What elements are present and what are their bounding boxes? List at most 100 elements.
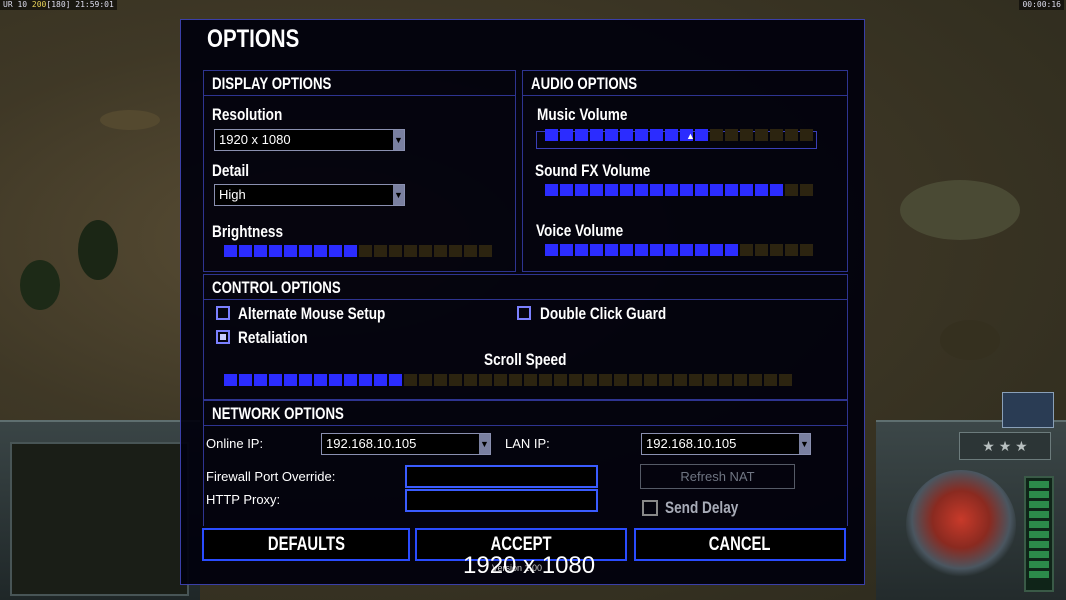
detail-label: Detail [212,161,250,180]
slider-segment [644,374,657,386]
slider-segment [650,184,663,196]
slider-segment [434,374,447,386]
scroll-speed-slider[interactable] [224,374,792,386]
slider-segment [284,374,297,386]
slider-segment [314,374,327,386]
faction-emblem-icon [906,470,1016,580]
slider-segment [419,374,432,386]
slider-segment [770,184,783,196]
retaliation-checkbox[interactable] [216,330,230,344]
slider-segment [710,129,723,141]
firewall-port-label: Firewall Port Override: [206,469,336,484]
slider-segment [755,244,768,256]
slider-segment [539,374,552,386]
dialog-title: OPTIONS [207,25,300,53]
slider-segment [419,245,432,257]
slider-segment [665,184,678,196]
slider-segment [734,374,747,386]
slider-segment [575,184,588,196]
voice-volume-label: Voice Volume [536,221,624,240]
slider-segment [224,374,237,386]
slider-segment [740,184,753,196]
slider-segment [479,245,492,257]
slider-thumb-icon[interactable]: ▲ [686,131,695,141]
double-click-guard-checkbox[interactable] [517,306,531,320]
slider-segment [359,245,372,257]
lan-ip-dropdown[interactable]: 192.168.10.105 ▼ [641,433,811,455]
slider-segment [299,374,312,386]
defaults-button[interactable]: DEFAULTS [202,528,410,561]
http-proxy-field[interactable] [405,489,598,512]
slider-segment [389,245,402,257]
online-ip-label: Online IP: [206,436,264,451]
slider-segment [704,374,717,386]
slider-segment [269,245,282,257]
detail-dropdown[interactable]: High ▼ [214,184,405,206]
dropdown-arrow-icon: ▼ [393,130,404,150]
slider-segment [254,245,267,257]
detail-value: High [219,187,246,202]
section-header: AUDIO OPTIONS [523,71,847,96]
slider-segment [620,184,633,196]
slider-segment [329,245,342,257]
hud-stat-suffix: [180] 21:59:01 [46,0,114,9]
alternate-mouse-checkbox[interactable] [216,306,230,320]
cancel-button[interactable]: CANCEL [634,528,846,561]
star-icon: ★ ★ ★ [959,432,1051,460]
slider-segment [224,245,237,257]
cancel-button-label: CANCEL [709,534,771,555]
network-header-label: NETWORK OPTIONS [212,404,344,423]
slider-segment [584,374,597,386]
slider-segment [695,129,708,141]
slider-segment [770,244,783,256]
resolution-label: Resolution [212,105,283,124]
slider-segment [374,245,387,257]
slider-segment [635,129,648,141]
slider-segment [560,244,573,256]
options-dialog: OPTIONS DISPLAY OPTIONS Resolution 1920 … [180,19,865,585]
online-ip-value: 192.168.10.105 [326,436,417,451]
voice-volume-slider[interactable] [545,244,813,256]
slider-segment [449,245,462,257]
slider-segment [650,244,663,256]
slider-segment [575,129,588,141]
send-delay-checkbox[interactable] [642,500,658,516]
resolution-dropdown[interactable]: 1920 x 1080 ▼ [214,129,405,151]
slider-segment [569,374,582,386]
lan-ip-value: 192.168.10.105 [646,436,737,451]
online-ip-dropdown[interactable]: 192.168.10.105 ▼ [321,433,491,455]
slider-segment [680,244,693,256]
slider-segment [299,245,312,257]
slider-segment [374,374,387,386]
firewall-port-field[interactable] [405,465,598,488]
slider-segment [239,245,252,257]
slider-segment [674,374,687,386]
slider-segment [344,245,357,257]
slider-segment [605,244,618,256]
scroll-speed-label: Scroll Speed [484,350,567,369]
resolution-overlay: 1920 x 1080 [463,552,596,579]
slider-segment [479,374,492,386]
slider-segment [689,374,702,386]
music-volume-slider[interactable] [545,129,813,141]
dropdown-arrow-icon: ▼ [393,185,404,205]
lan-ip-label: LAN IP: [505,436,550,451]
slider-segment [725,184,738,196]
brightness-slider[interactable] [224,245,492,257]
slider-segment [524,374,537,386]
slider-segment [404,374,417,386]
slider-segment [770,129,783,141]
slider-segment [554,374,567,386]
slider-segment [665,244,678,256]
slider-segment [575,244,588,256]
slider-segment [695,184,708,196]
slider-segment [635,244,648,256]
double-click-guard-label: Double Click Guard [540,304,667,323]
refresh-nat-button[interactable]: Refresh NAT [640,464,795,489]
slider-segment [725,244,738,256]
slider-segment [785,244,798,256]
slider-segment [785,129,798,141]
sfx-volume-slider[interactable] [545,184,813,196]
slider-segment [464,245,477,257]
hud-game-timer: 00:00:16 [1019,0,1064,10]
